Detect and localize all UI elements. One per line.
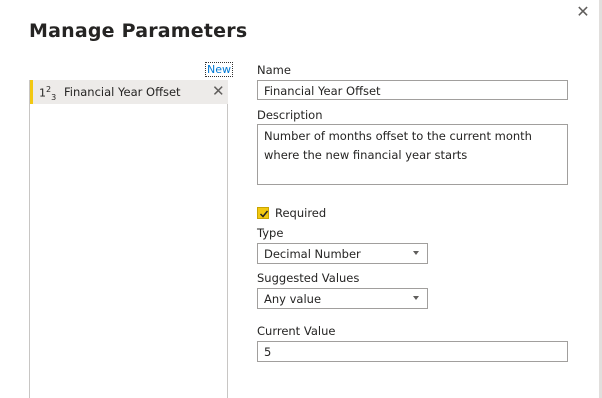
decimal-number-icon: 123 [39,85,57,102]
description-label: Description [257,108,323,122]
current-value-label: Current Value [257,324,336,338]
required-checkbox[interactable] [257,207,269,219]
suggested-values-dropdown[interactable]: Any value [257,288,428,309]
type-dropdown[interactable]: Decimal Number [257,243,428,264]
type-label: Type [257,226,284,240]
checkmark-icon [259,210,269,218]
delete-icon[interactable]: ✕ [212,82,225,100]
chevron-down-icon [413,296,419,300]
suggested-values-label: Suggested Values [257,271,360,285]
close-icon[interactable]: ✕ [574,3,592,21]
dialog-title: Manage Parameters [29,20,248,42]
chevron-down-icon [413,251,419,255]
parameter-list-item[interactable]: 123 Financial Year Offset ✕ [30,80,228,104]
parameter-name: Financial Year Offset [64,85,181,99]
description-field[interactable]: Number of months offset to the current m… [257,124,568,185]
required-label: Required [275,206,327,220]
parameter-list: 123 Financial Year Offset ✕ [29,80,228,398]
current-value-field[interactable]: 5 [257,341,568,362]
name-label: Name [257,63,291,77]
type-value: Decimal Number [264,247,361,261]
name-field[interactable]: Financial Year Offset [257,80,568,100]
new-parameter-link[interactable]: New [205,62,233,77]
suggested-values-value: Any value [264,292,322,306]
